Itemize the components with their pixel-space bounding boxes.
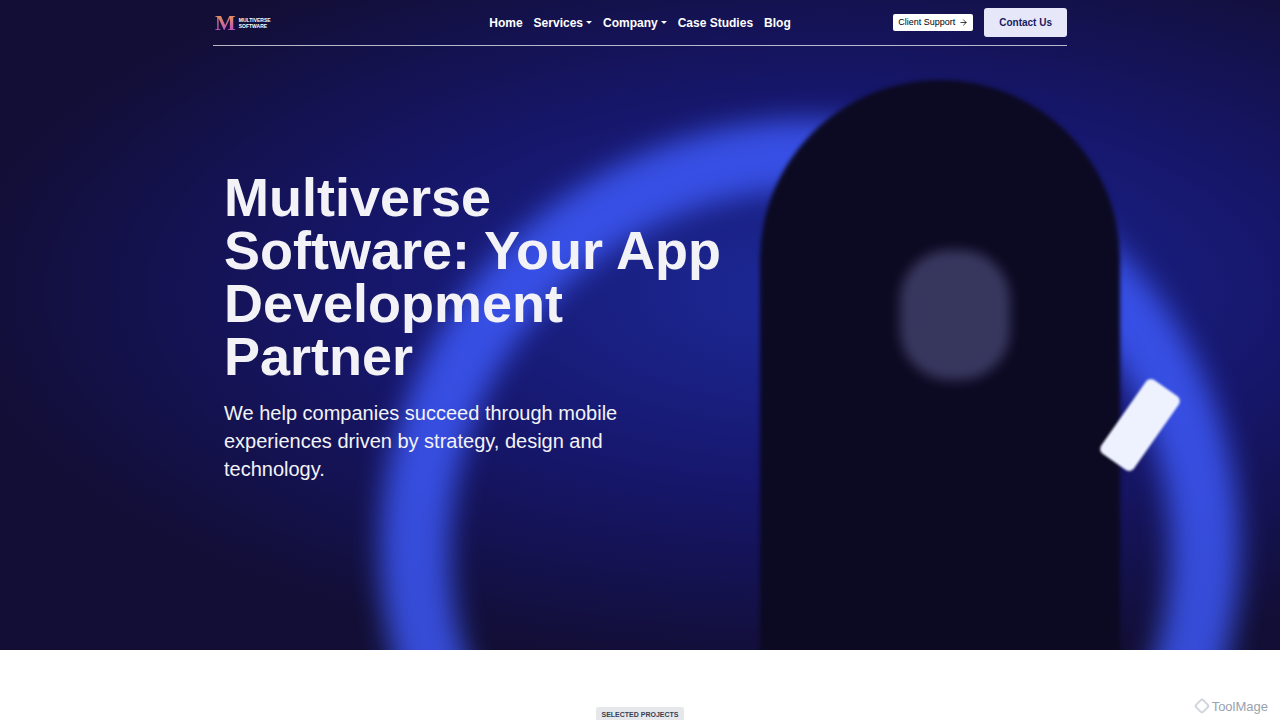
logo-mark: M xyxy=(215,12,236,34)
caret-down-icon xyxy=(661,21,667,24)
contact-button[interactable]: Contact Us xyxy=(984,8,1067,37)
projects-section: SELECTED PROJECTS xyxy=(0,650,1280,720)
nav-link[interactable]: Case Studies xyxy=(678,14,753,32)
logo[interactable]: MMULTIVERSESOFTWARE xyxy=(213,12,498,34)
caret-down-icon xyxy=(586,21,592,24)
hero: MMULTIVERSESOFTWAREHomeServicesCompanyCa… xyxy=(0,0,1280,650)
client-support-button[interactable]: Client Support xyxy=(893,14,973,32)
hexagon-icon xyxy=(1193,698,1210,715)
nav-link[interactable]: Blog xyxy=(764,14,791,32)
nav-link[interactable]: Home xyxy=(489,14,522,32)
arrow-right-icon xyxy=(959,18,968,27)
navbar: MMULTIVERSESOFTWAREHomeServicesCompanyCa… xyxy=(213,0,1067,46)
logo-text: SOFTWARE xyxy=(239,23,271,29)
hero-photo xyxy=(0,0,1280,650)
nav-link[interactable]: Company xyxy=(603,14,667,32)
nav-link[interactable]: Services xyxy=(534,14,592,32)
hero-title: MultiverseSoftware: Your AppDevelopmentP… xyxy=(224,171,1056,383)
watermark: ToolMage xyxy=(1196,697,1268,717)
logo-text: MULTIVERSE xyxy=(239,17,271,23)
section-badge: SELECTED PROJECTS xyxy=(596,707,683,720)
page: MMULTIVERSESOFTWAREHomeServicesCompanyCa… xyxy=(0,0,1280,720)
hero-subtitle: We help companies succeed through mobile… xyxy=(224,399,1056,483)
